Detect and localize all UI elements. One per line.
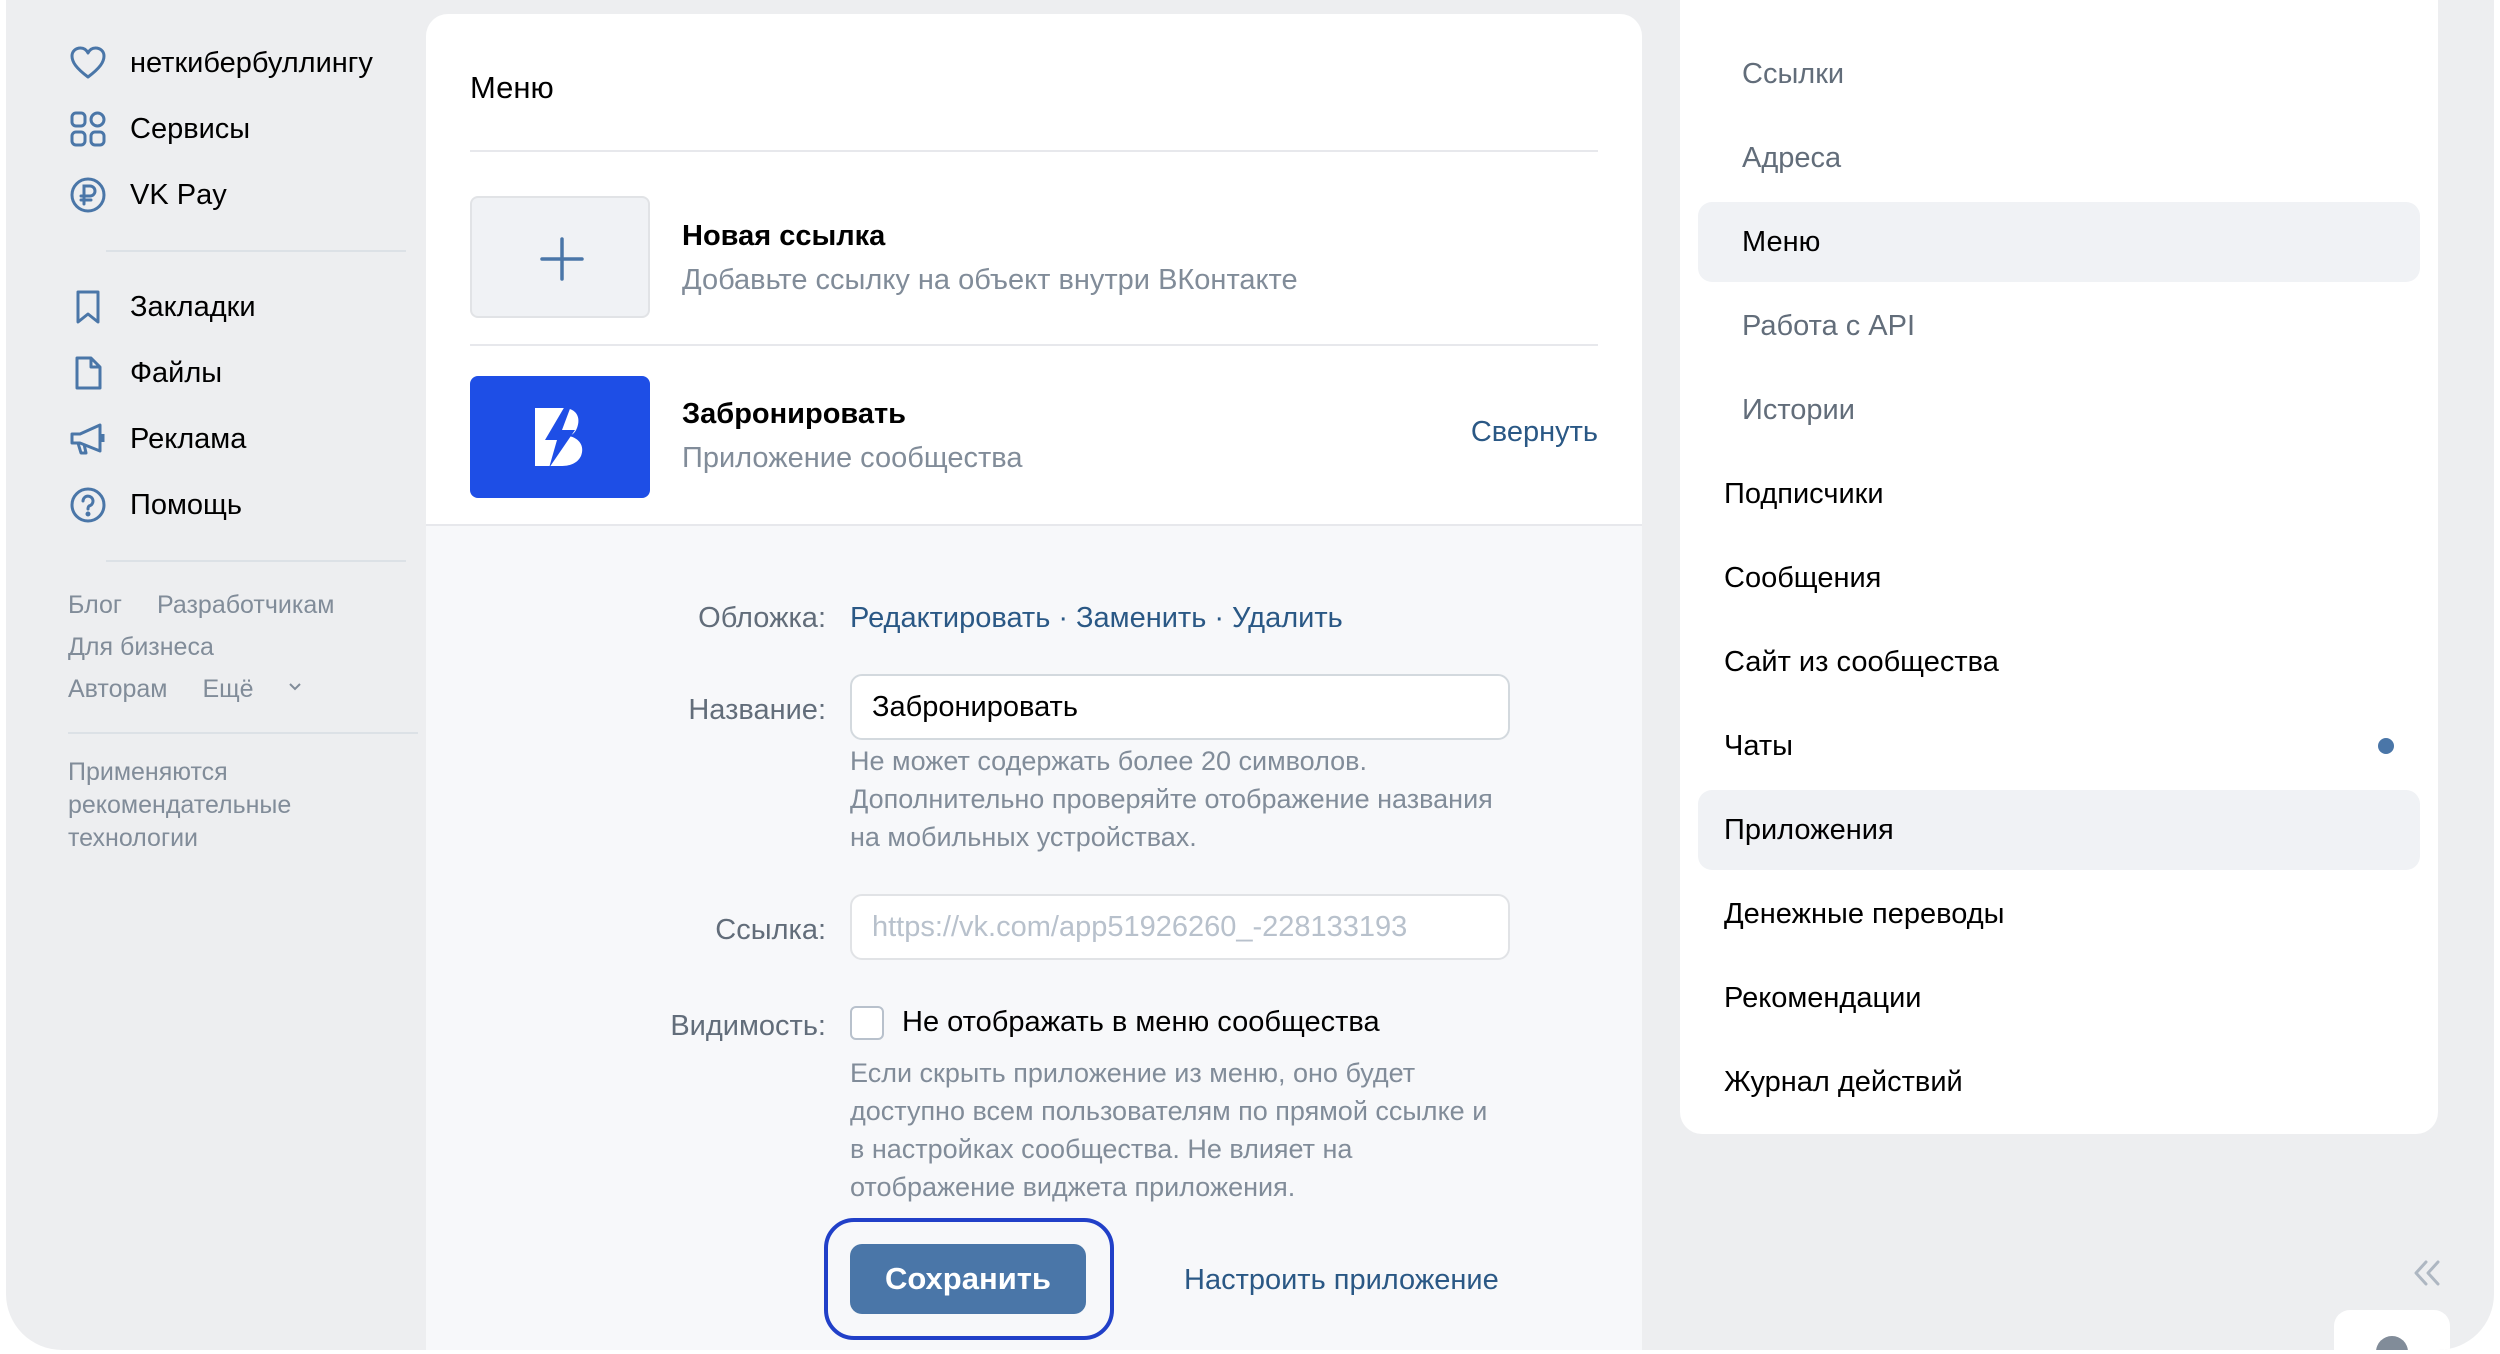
main-card: Меню Новая ссылка Добавьте ссылку на объ… [426,14,1642,1350]
sidebar-item-label: Файлы [130,356,223,389]
sidebar-divider [106,560,406,562]
hide-from-menu-label[interactable]: Не отображать в меню сообщества [902,1006,1380,1039]
cover-delete-link[interactable]: Удалить [1232,602,1343,634]
footer-more-label: Ещё [202,675,254,703]
cover-label: Обложка: [698,602,826,634]
app-settings-panel: Обложка: Редактировать · Заменить · Удалить … [426,524,1642,1350]
menu-item-menu[interactable]: Меню [1698,202,2420,282]
sidebar-item-bookmarks[interactable]: Закладки [62,274,422,340]
visibility-label: Видимость: [670,1010,826,1042]
sidebar-item-netkiberbullingu[interactable]: неткибербуллингу [62,30,422,96]
menu-item-site[interactable]: Сайт из сообщества [1698,622,2420,702]
file-icon [68,353,108,393]
footer-link-authors[interactable]: Авторам [68,675,167,703]
sidebar-item-ads[interactable]: Реклама [62,406,422,472]
new-indicator-dot [2378,738,2394,754]
separator-dot: · [1214,602,1224,634]
menu-item-api[interactable]: Работа с API [1698,286,2420,366]
sidebar-divider [106,250,406,252]
community-settings-menu: Ссылки Адреса Меню Работа с API Истории … [1680,0,2438,1134]
hide-from-menu-checkbox[interactable] [850,1006,884,1040]
heart-icon [68,43,108,83]
widget-avatar [2376,1336,2408,1350]
configure-app-link[interactable]: Настроить приложение [1184,1264,1499,1297]
visibility-hint: Если скрыть приложение из меню, оно буде… [850,1058,1488,1202]
footer-link-developers[interactable]: Разработчикам [157,591,334,619]
megaphone-icon [68,419,108,459]
bookmark-icon [68,287,108,327]
name-label: Название: [688,694,826,726]
app-title: Забронировать [682,398,907,430]
menu-item-apps[interactable]: Приложения [1698,790,2420,870]
cover-edit-link[interactable]: Редактировать [850,602,1050,634]
help-icon [68,485,108,525]
new-link-subtitle: Добавьте ссылку на объект внутри ВКонтак… [682,264,1298,296]
new-link-title[interactable]: Новая ссылка [682,220,885,253]
sidebar-divider [68,732,418,734]
chevron-down-icon [288,683,301,691]
cover-actions: Редактировать · Заменить · Удалить [850,602,1343,635]
page-title: Меню [470,70,554,105]
sidebar-item-label: неткибербуллингу [130,46,373,79]
link-field[interactable]: https://vk.com/app51926260_-228133193 [850,894,1510,960]
sidebar-item-help[interactable]: Помощь [62,472,422,538]
separator-dot: · [1058,602,1068,634]
add-link-button[interactable] [470,196,650,318]
left-sidebar: неткибербуллингу Сервисы VK Pay Закладки [62,30,422,855]
menu-item-addresses[interactable]: Адреса [1698,118,2420,198]
menu-item-stories[interactable]: Истории [1698,370,2420,450]
title-divider [470,150,1598,152]
name-input[interactable] [850,674,1510,740]
menu-item-chats[interactable]: Чаты [1698,706,2420,786]
app-logo [470,376,650,498]
menu-item-recommendations[interactable]: Рекомендации [1698,958,2420,1038]
footer-link-blog[interactable]: Блог [68,591,122,619]
app-frame: неткибербуллингу Сервисы VK Pay Закладки [6,0,2494,1350]
sidebar-item-vk-pay[interactable]: VK Pay [62,162,422,228]
save-button[interactable]: Сохранить [850,1244,1086,1314]
cover-replace-link[interactable]: Заменить [1076,602,1206,634]
menu-item-links[interactable]: Ссылки [1698,34,2420,114]
row-divider [470,344,1598,346]
sidebar-item-label: Закладки [130,290,256,323]
link-label: Ссылка: [715,914,826,946]
sidebar-item-files[interactable]: Файлы [62,340,422,406]
booking-app-logo-icon [535,406,583,468]
sidebar-item-label: Помощь [130,488,243,521]
double-chevron-left-icon[interactable] [2410,1258,2444,1288]
chat-widget-button[interactable] [2334,1310,2450,1350]
menu-item-action-log[interactable]: Журнал действий [1698,1042,2420,1122]
name-hint: Не может содержать более 20 символов. До… [850,746,1493,852]
menu-item-messages[interactable]: Сообщения [1698,538,2420,618]
menu-item-label: Чаты [1724,730,1793,762]
footer-link-more[interactable]: Ещё [202,675,301,703]
services-icon [68,109,108,149]
sidebar-footer-links: Блог Разработчикам Для бизнеса Авторам Е… [62,584,422,710]
footer-link-business[interactable]: Для бизнеса [68,633,214,661]
ruble-icon [68,175,108,215]
sidebar-item-label: Реклама [130,422,247,455]
app-subtitle: Приложение сообщества [682,442,1023,474]
recommendation-note[interactable]: Применяются рекомендательные технологии [62,756,362,855]
plus-icon [540,237,584,281]
sidebar-item-label: Сервисы [130,112,251,145]
menu-item-subscribers[interactable]: Подписчики [1698,454,2420,534]
menu-item-transfers[interactable]: Денежные переводы [1698,874,2420,954]
sidebar-item-label: VK Pay [130,178,227,211]
sidebar-item-services[interactable]: Сервисы [62,96,422,162]
collapse-link[interactable]: Свернуть [1471,416,1598,449]
